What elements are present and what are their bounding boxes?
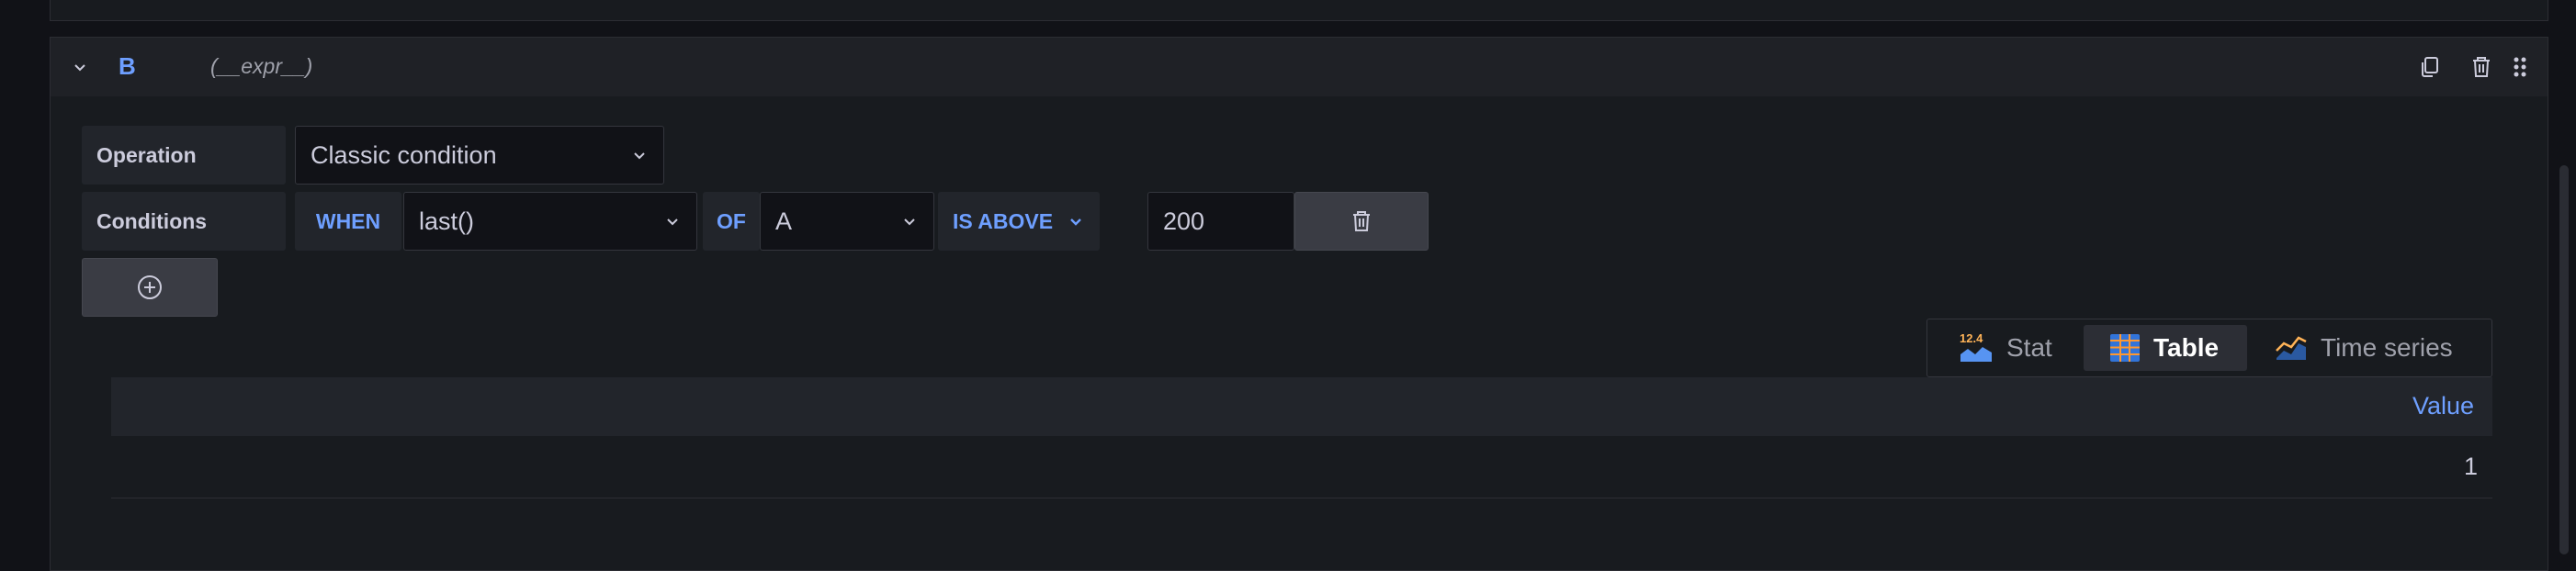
time-series-icon	[2276, 336, 2307, 360]
svg-text:12.4: 12.4	[1960, 331, 1983, 345]
table-header: Value	[111, 377, 2492, 436]
query-header: B (__expr__)	[51, 38, 2548, 96]
expression-type-label: (__expr__)	[210, 54, 313, 78]
chevron-down-icon	[1070, 218, 1081, 226]
reducer-value: last()	[419, 207, 474, 235]
query-editor-panel: B (__expr__) Operation Classic condition…	[50, 37, 2548, 571]
scrollbar[interactable]	[2559, 165, 2569, 554]
viz-option-table-label: Table	[2153, 333, 2220, 362]
operation-value: Classic condition	[311, 140, 497, 169]
table-cell: 1	[2463, 453, 2478, 480]
evaluator-select[interactable]: IS ABOVE	[938, 192, 1100, 251]
column-header-value[interactable]: Value	[2412, 392, 2474, 420]
reducer-select[interactable]: last()	[403, 192, 697, 251]
chevron-down-icon[interactable]	[71, 58, 89, 76]
threshold-input[interactable]: 200	[1147, 192, 1294, 251]
viz-option-time-series-label: Time series	[2321, 333, 2453, 362]
previous-query-panel	[50, 0, 2548, 21]
table-row: 1	[111, 436, 2492, 498]
chevron-down-icon	[904, 218, 915, 226]
duplicate-icon[interactable]	[2417, 54, 2443, 80]
table-icon	[2110, 334, 2140, 362]
drag-handle-icon[interactable]	[2507, 54, 2533, 80]
add-condition-button[interactable]	[82, 258, 218, 317]
viz-option-time-series[interactable]: Time series	[2251, 325, 2486, 371]
operation-label: Operation	[82, 126, 286, 185]
operation-select[interactable]: Classic condition	[295, 126, 664, 185]
when-keyword: WHEN	[295, 192, 401, 251]
chevron-down-icon	[634, 152, 645, 160]
trash-icon[interactable]	[2469, 54, 2494, 80]
query-value: A	[775, 207, 793, 235]
evaluator-value: IS ABOVE	[953, 208, 1054, 233]
viz-option-table[interactable]: Table	[2084, 325, 2247, 371]
conditions-label: Conditions	[82, 192, 286, 251]
plus-circle-icon	[138, 275, 162, 299]
query-ref-id[interactable]: B	[119, 52, 136, 81]
viz-option-stat-label: Stat	[2006, 333, 2052, 362]
stat-icon: 12.4	[1960, 331, 1992, 362]
chevron-down-icon	[667, 218, 678, 226]
of-keyword: OF	[703, 192, 760, 251]
remove-condition-button[interactable]	[1294, 192, 1429, 251]
viz-option-stat[interactable]: 12.4 Stat	[1935, 325, 2082, 371]
query-select[interactable]: A	[760, 192, 934, 251]
visualization-toggle: 12.4 Stat Table Time series	[1926, 319, 2492, 377]
trash-icon	[1353, 211, 1370, 231]
